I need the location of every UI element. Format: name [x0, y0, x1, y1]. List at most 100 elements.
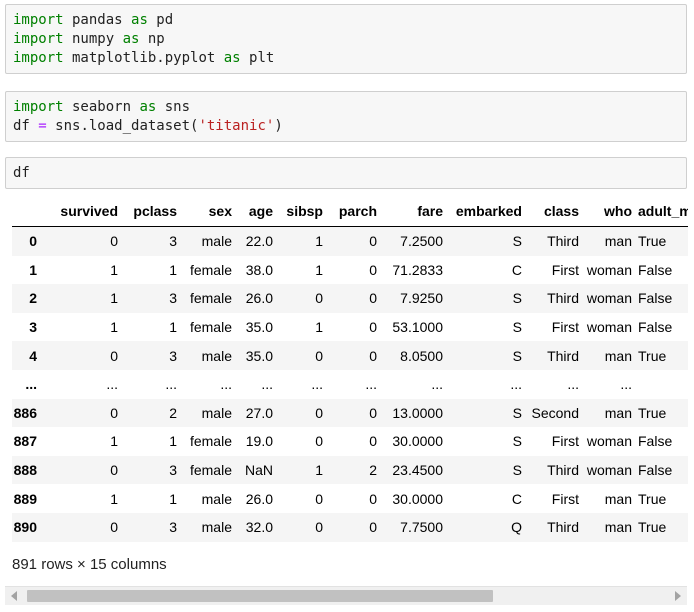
table-cell: Third — [547, 233, 579, 250]
table-cell: male — [201, 404, 232, 421]
table-cell: female — [189, 433, 232, 450]
table-row: 4 0 3 male 35.0 0 0 8.0500 S Third man True — [12, 341, 688, 370]
table-cell: male — [201, 519, 232, 536]
code-keyword: as — [131, 12, 148, 28]
index-header — [12, 196, 43, 227]
table-cell: 2 — [369, 462, 377, 479]
code-cell-imports[interactable]: import pandas as pd import numpy as np imp… — [5, 4, 687, 74]
table-cell: S — [512, 319, 522, 336]
table-cell: ... — [106, 376, 118, 393]
table-cell: 0 — [315, 433, 323, 450]
table-cell: female — [189, 319, 232, 336]
code-token: pandas — [63, 12, 132, 28]
row-index: 890 — [13, 519, 37, 536]
code-token: sns — [156, 99, 191, 115]
code-keyword: as — [122, 31, 140, 47]
table-cell: 22.0 — [245, 233, 273, 250]
table-cell: Second — [531, 404, 579, 421]
table-cell: True — [638, 490, 667, 507]
row-index: 2 — [29, 290, 37, 307]
table-cell: man — [604, 347, 632, 364]
scroll-right-arrow-icon[interactable] — [675, 591, 681, 601]
table-cell: man — [604, 519, 632, 536]
table-cell: female — [189, 261, 232, 278]
code-cell-load-dataset[interactable]: import seaborn as sns df = sns.load_datas… — [5, 91, 687, 142]
scrollbar-thumb[interactable] — [27, 590, 493, 602]
table-header-row: survived pclass sex age sibsp parch fare embark… — [12, 196, 688, 227]
column-header-survived: survived — [43, 196, 124, 227]
table-cell: ... — [431, 376, 443, 393]
code-token: numpy — [63, 31, 123, 47]
code-token: seaborn — [63, 99, 140, 115]
scroll-left-arrow-icon[interactable] — [11, 591, 17, 601]
horizontal-scrollbar[interactable] — [5, 586, 687, 605]
table-cell: 2 — [169, 404, 177, 421]
table-cell: 0 — [315, 490, 323, 507]
table-cell: C — [511, 261, 522, 278]
table-cell: 1 — [169, 261, 177, 278]
column-header-embarked: embarked — [449, 196, 528, 227]
row-index: 3 — [29, 319, 37, 336]
table-cell: 3 — [169, 290, 177, 307]
table-cell: False — [638, 319, 673, 336]
table-cell: male — [201, 233, 232, 250]
table-cell: 1 — [110, 290, 118, 307]
table-cell: female — [189, 290, 232, 307]
table-cell: 1 — [169, 433, 177, 450]
table-cell: False — [638, 290, 673, 307]
row-index: 886 — [13, 404, 37, 421]
table-cell: 30.0000 — [392, 490, 443, 507]
table-cell: S — [512, 347, 522, 364]
table-cell: S — [512, 404, 522, 421]
code-keyword: as — [139, 99, 157, 115]
table-cell: 3 — [169, 347, 177, 364]
table-cell: ... — [365, 376, 377, 393]
code-cell-df[interactable]: df — [5, 157, 687, 189]
column-header-age: age — [238, 196, 279, 227]
table-cell: False — [638, 261, 673, 278]
table-cell: 38.0 — [245, 261, 273, 278]
table-cell: 0 — [369, 433, 377, 450]
table-row: 0 0 3 male 22.0 1 0 7.2500 S Third man True — [12, 226, 688, 256]
table-cell: True — [638, 519, 667, 536]
row-index: 887 — [13, 433, 37, 450]
table-cell: True — [638, 404, 667, 421]
row-index: 4 — [29, 347, 37, 364]
table-cell: First — [551, 319, 579, 336]
column-header-parch: parch — [329, 196, 383, 227]
table-cell: 0 — [315, 347, 323, 364]
table-cell: Third — [547, 519, 579, 536]
column-header-class: class — [528, 196, 585, 227]
table-cell: 1 — [110, 490, 118, 507]
table-cell: male — [201, 490, 232, 507]
code-line: import pandas as pd — [13, 11, 679, 30]
table-cell: 1 — [315, 233, 323, 250]
table-cell: 13.0000 — [392, 404, 443, 421]
table-cell: 1 — [315, 261, 323, 278]
table-cell: True — [638, 347, 667, 364]
table-cell: 35.0 — [245, 319, 273, 336]
table-cell: woman — [586, 319, 632, 336]
dataframe-shape-text: 891 rows × 15 columns — [12, 556, 167, 573]
table-cell: 3 — [169, 462, 177, 479]
code-operator: = — [38, 118, 47, 134]
column-header-who: who — [585, 196, 638, 227]
code-line: df — [13, 164, 679, 183]
table-cell: False — [638, 462, 673, 479]
table-cell: 32.0 — [245, 519, 273, 536]
table-cell: ... — [567, 376, 579, 393]
code-token: sns.load_dataset( — [46, 118, 199, 134]
table-cell: 0 — [315, 404, 323, 421]
table-row: ................................. — [12, 369, 688, 399]
table-cell: ... — [165, 376, 177, 393]
table-row: 1 1 1 female 38.0 1 0 71.2833 C First woman False — [12, 255, 688, 285]
table-cell: Q — [511, 519, 522, 536]
table-cell: 0 — [110, 347, 118, 364]
table-cell: 1 — [315, 462, 323, 479]
table-cell: 0 — [110, 462, 118, 479]
table-cell: S — [512, 462, 522, 479]
table-cell: Third — [547, 290, 579, 307]
table-cell: woman — [586, 261, 632, 278]
row-index: ... — [25, 376, 37, 393]
column-header-sibsp: sibsp — [279, 196, 329, 227]
